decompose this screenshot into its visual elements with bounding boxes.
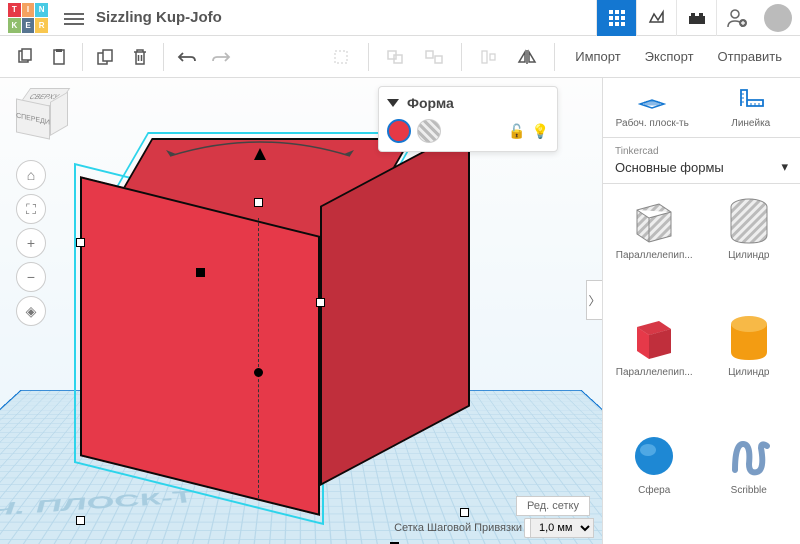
shape-sphere-blue[interactable]: Сфера [611, 427, 698, 536]
resize-handle[interactable] [76, 238, 85, 247]
workplane-tool[interactable]: Рабоч. плоск-ть [603, 78, 702, 137]
project-title[interactable]: Sizzling Kup-Jofo [96, 9, 222, 26]
export-button[interactable]: Экспорт [635, 49, 704, 64]
shape-panel-title: Форма [407, 95, 454, 111]
fit-view-button[interactable]: ⛶ [16, 194, 46, 224]
send-button[interactable]: Отправить [708, 49, 792, 64]
shape-cylinder-orange[interactable]: Цилиндр [706, 309, 793, 418]
grid-view-button[interactable] [596, 0, 636, 36]
toolbar: Импорт Экспорт Отправить [0, 36, 800, 78]
view-cube[interactable]: СВЕРХУ СПЕРЕДИ [16, 88, 72, 144]
visibility-button[interactable] [324, 40, 358, 74]
selected-cube[interactable] [80, 138, 460, 518]
user-avatar[interactable] [764, 4, 792, 32]
ruler-tool[interactable]: Линейка [702, 78, 800, 137]
tinkercad-logo[interactable]: TINKER [8, 3, 48, 33]
lego-button[interactable] [676, 0, 716, 36]
shapes-grid: Параллелепип... Цилиндр Параллелепип... … [603, 184, 800, 544]
ungroup-button[interactable] [417, 40, 451, 74]
resize-handle[interactable] [460, 508, 469, 517]
duplicate-button[interactable] [89, 40, 123, 74]
resize-handle[interactable] [316, 298, 325, 307]
chevron-down-icon: ▾ [781, 159, 788, 175]
snap-grid-select[interactable]: 1,0 мм [530, 518, 594, 538]
delete-button[interactable] [123, 40, 157, 74]
zoom-out-button[interactable]: − [16, 262, 46, 292]
group-button[interactable] [379, 40, 413, 74]
resize-handle[interactable] [196, 268, 205, 277]
hole-button[interactable] [417, 119, 441, 143]
nav-controls: ⌂ ⛶ + − ◈ [16, 160, 46, 326]
lightbulb-icon[interactable]: 💡 [532, 123, 549, 140]
lock-icon[interactable]: 🔓 [508, 123, 525, 140]
shape-box-hole[interactable]: Параллелепип... [611, 192, 698, 301]
home-view-button[interactable]: ⌂ [16, 160, 46, 190]
edit-grid-button[interactable]: Ред. сетку [516, 496, 590, 516]
expand-sidebar-button[interactable]: 〉 [586, 280, 602, 320]
solid-color-button[interactable] [387, 119, 411, 143]
shape-cylinder-hole[interactable]: Цилиндр [706, 192, 793, 301]
undo-button[interactable] [170, 40, 204, 74]
shape-inspector: Форма 🔓 💡 [378, 86, 558, 152]
resize-handle[interactable] [254, 198, 263, 207]
shape-category-selector[interactable]: Tinkercad Основные формы▾ [603, 138, 800, 184]
menu-icon[interactable] [64, 10, 84, 26]
mirror-button[interactable] [510, 40, 544, 74]
rotate-arc-icon[interactable] [160, 136, 360, 166]
redo-button[interactable] [204, 40, 238, 74]
ortho-view-button[interactable]: ◈ [16, 296, 46, 326]
top-bar: TINKER Sizzling Kup-Jofo [0, 0, 800, 36]
collapse-icon[interactable] [387, 99, 399, 107]
add-user-button[interactable] [716, 0, 756, 36]
align-button[interactable] [472, 40, 506, 74]
shape-scribble[interactable]: Scribble [706, 427, 793, 536]
import-button[interactable]: Импорт [565, 49, 630, 64]
shape-box-red[interactable]: Параллелепип... [611, 309, 698, 418]
minecraft-button[interactable] [636, 0, 676, 36]
resize-handle[interactable] [76, 516, 85, 525]
zoom-in-button[interactable]: + [16, 228, 46, 258]
copy-button[interactable] [8, 40, 42, 74]
shapes-sidebar: Рабоч. плоск-ть Линейка Tinkercad Основн… [602, 78, 800, 544]
center-handle[interactable] [254, 368, 263, 377]
paste-button[interactable] [42, 40, 76, 74]
snap-grid-label: Сетка Шаговой Привязки [394, 522, 522, 534]
